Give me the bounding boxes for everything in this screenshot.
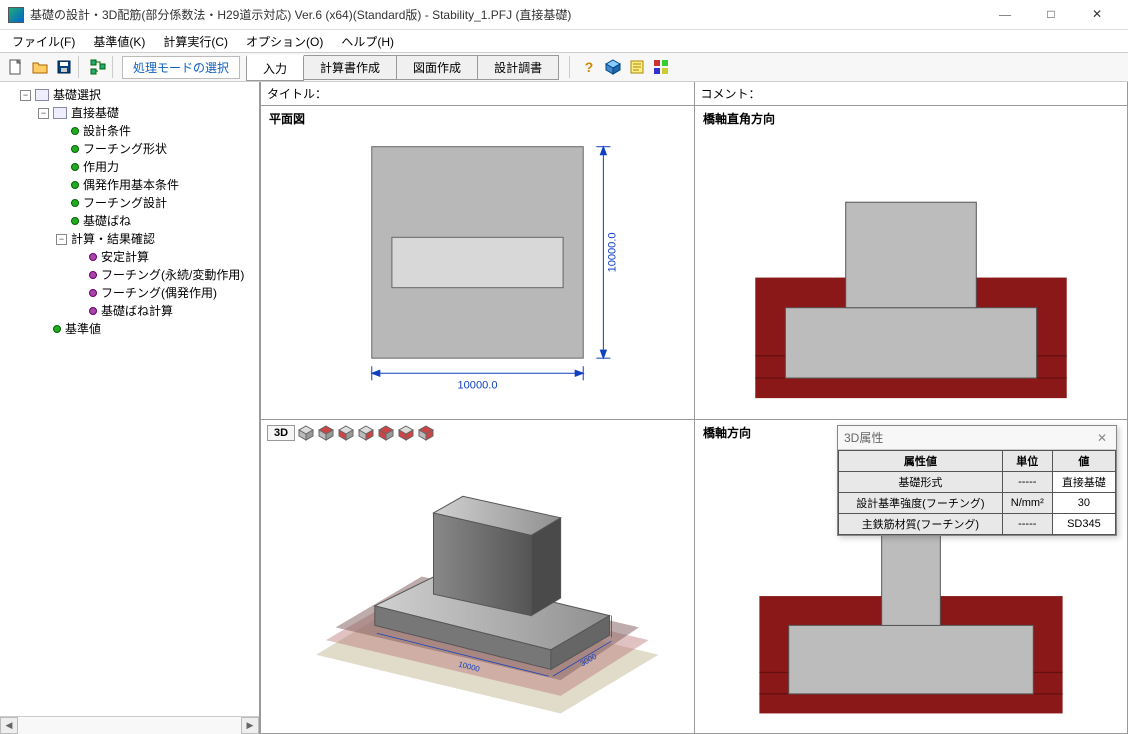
header-row: タイトル： コメント： — [260, 82, 1128, 106]
save-file-button[interactable] — [52, 55, 76, 79]
3d-mode-button[interactable]: 3D — [267, 425, 295, 441]
tab-drawing[interactable]: 図面作成 — [396, 55, 478, 80]
tree-accid[interactable]: 偶発作用基本条件 — [83, 176, 179, 194]
bullet-icon — [71, 127, 79, 135]
bullet-icon — [53, 325, 61, 333]
tree-icon-button[interactable] — [86, 55, 110, 79]
tab-calcdoc[interactable]: 計算書作成 — [303, 55, 397, 80]
tree-toggle[interactable]: − — [56, 234, 67, 245]
3d-attribute-panel[interactable]: 3D属性 ✕ 属性値 単位 値 基礎形式-----直接基礎 設計基準強度(フーチ… — [837, 425, 1117, 536]
tree-results[interactable]: 計算・結果確認 — [71, 230, 155, 248]
col-value: 値 — [1052, 451, 1115, 472]
plan-drawing: 10000.0 10000.0 — [261, 106, 694, 419]
tree-foot-pv[interactable]: フーチング(永続/変動作用) — [101, 266, 244, 284]
tree-footing[interactable]: フーチング形状 — [83, 140, 167, 158]
toolbar: 処理モードの選択 入力 計算書作成 図面作成 設計調書 ? — [0, 52, 1128, 82]
sidebar: −基礎選択 −直接基礎 設計条件 フーチング形状 作用力 偶発作用基本条件 フー… — [0, 82, 260, 734]
bullet-icon — [71, 163, 79, 171]
attribute-table: 属性値 単位 値 基礎形式-----直接基礎 設計基準強度(フーチング)N/mm… — [838, 450, 1116, 535]
menu-option[interactable]: オプション(O) — [238, 31, 331, 52]
float-title: 3D属性 — [844, 429, 1094, 446]
dim-height: 10000.0 — [606, 232, 618, 272]
3d-view-panel[interactable]: 3D — [260, 420, 694, 734]
tree-stdval[interactable]: 基準値 — [65, 320, 101, 338]
tree-spring[interactable]: 基礎ばね — [83, 212, 131, 230]
ortho-drawing — [695, 106, 1127, 419]
dim-width: 10000.0 — [458, 379, 498, 391]
bullet-icon — [89, 289, 97, 297]
plan-view-panel[interactable]: 平面図 10000.0 10000.0 — [260, 106, 694, 420]
bullet-icon — [71, 217, 79, 225]
view-cube-5[interactable] — [377, 424, 395, 442]
folder-icon — [53, 107, 67, 119]
palette-tool-button[interactable] — [649, 55, 673, 79]
tree-root[interactable]: 基礎選択 — [53, 86, 101, 104]
scroll-right-arrow[interactable]: ▶ — [241, 717, 259, 734]
titlebar: 基礎の設計・3D配筋(部分係数法・H29道示対応) Ver.6 (x64)(St… — [0, 0, 1128, 30]
axial-caption: 橋軸方向 — [703, 424, 751, 441]
menu-help[interactable]: ヘルプ(H) — [333, 31, 402, 52]
tree-toggle[interactable]: − — [20, 90, 31, 101]
bullet-icon — [71, 145, 79, 153]
bullet-icon — [89, 271, 97, 279]
bullet-icon — [71, 181, 79, 189]
header-title: タイトル： — [260, 82, 694, 106]
mode-label: 処理モードの選択 — [122, 56, 240, 79]
maximize-button[interactable]: □ — [1028, 1, 1074, 29]
new-file-button[interactable] — [4, 55, 28, 79]
menu-base[interactable]: 基準値(K) — [85, 31, 153, 52]
tree-force[interactable]: 作用力 — [83, 158, 119, 176]
tree-spring-calc[interactable]: 基礎ばね計算 — [101, 302, 173, 320]
open-file-button[interactable] — [28, 55, 52, 79]
window-title: 基礎の設計・3D配筋(部分係数法・H29道示対応) Ver.6 (x64)(St… — [30, 6, 982, 23]
tree-toggle[interactable]: − — [38, 108, 49, 119]
minimize-button[interactable]: — — [982, 1, 1028, 29]
main-area: −基礎選択 −直接基礎 設計条件 フーチング形状 作用力 偶発作用基本条件 フー… — [0, 82, 1128, 734]
ortho-caption: 橋軸直角方向 — [703, 110, 775, 127]
sidebar-hscroll[interactable]: ◀ ▶ — [0, 716, 259, 734]
content-grid: タイトル： コメント： 平面図 — [260, 82, 1128, 734]
folder-icon — [35, 89, 49, 101]
header-comment: コメント： — [694, 82, 1128, 106]
tab-design[interactable]: 設計調書 — [477, 55, 559, 80]
view-cube-1[interactable] — [297, 424, 315, 442]
bullet-icon — [89, 253, 97, 261]
3d-toolbar: 3D — [267, 424, 435, 442]
help-button[interactable]: ? — [577, 55, 601, 79]
tree-view[interactable]: −基礎選択 −直接基礎 設計条件 フーチング形状 作用力 偶発作用基本条件 フー… — [0, 82, 259, 716]
tab-input[interactable]: 入力 — [246, 55, 304, 81]
tree-foot-acc[interactable]: フーチング(偶発作用) — [101, 284, 217, 302]
view-cube-2[interactable] — [317, 424, 335, 442]
close-button[interactable]: ✕ — [1074, 1, 1120, 29]
bullet-icon — [89, 307, 97, 315]
scroll-track[interactable] — [18, 717, 241, 734]
menubar: ファイル(F) 基準値(K) 計算実行(C) オプション(O) ヘルプ(H) — [0, 30, 1128, 52]
tree-cond[interactable]: 設計条件 — [83, 122, 131, 140]
tree-stability[interactable]: 安定計算 — [101, 248, 149, 266]
view-cube-7[interactable] — [417, 424, 435, 442]
bullet-icon — [71, 199, 79, 207]
float-close-icon[interactable]: ✕ — [1094, 431, 1110, 445]
ortho-view-panel[interactable]: 橋軸直角方向 — [694, 106, 1128, 420]
scroll-left-arrow[interactable]: ◀ — [0, 717, 18, 734]
menu-calc[interactable]: 計算実行(C) — [155, 31, 236, 52]
app-icon — [8, 7, 24, 23]
col-attr: 属性値 — [839, 451, 1003, 472]
view-cube-6[interactable] — [397, 424, 415, 442]
tree-foot-design[interactable]: フーチング設計 — [83, 194, 167, 212]
col-unit: 単位 — [1002, 451, 1052, 472]
axial-view-panel[interactable]: 橋軸方向 3D属性 ✕ 属性値 単位 値 基礎形式-----直接基礎 設計基準強… — [694, 420, 1128, 734]
view-cube-4[interactable] — [357, 424, 375, 442]
menu-file[interactable]: ファイル(F) — [4, 31, 83, 52]
tree-direct[interactable]: 直接基礎 — [71, 104, 119, 122]
3d-drawing: 10000 3000 — [261, 420, 694, 733]
cube-tool-button[interactable] — [601, 55, 625, 79]
view-cube-3[interactable] — [337, 424, 355, 442]
plan-caption: 平面図 — [269, 110, 305, 127]
doc-tool-button[interactable] — [625, 55, 649, 79]
